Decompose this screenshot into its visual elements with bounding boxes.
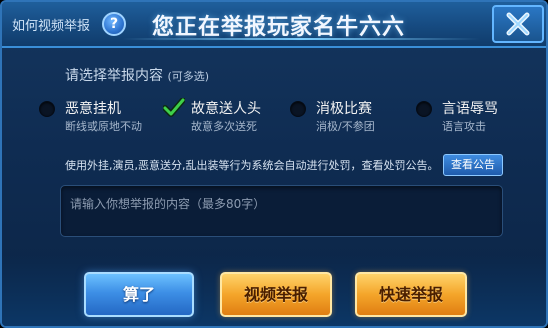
option-afk-subtitle: 断线或原地不动: [65, 120, 142, 133]
title-bar: 如何视频举报 ? 您正在举报玩家名牛六六: [2, 2, 546, 48]
report-content-label: 请选择举报内容 (可多选): [65, 65, 209, 85]
penalty-notice: 使用外挂,演员,恶意送分,乱出装等行为系统会自动进行处罚，查看处罚公告。: [65, 159, 439, 172]
option-feeding-subtitle: 故意多次送死: [191, 120, 257, 133]
option-feeding-title: 故意送人头: [191, 101, 261, 117]
help-icon-glyph: ?: [109, 16, 119, 32]
option-afk-radio[interactable]: [39, 101, 55, 117]
option-passive-subtitle: 消极/不参团: [316, 120, 375, 133]
video-report-button[interactable]: 视频举报: [220, 272, 332, 317]
report-dialog: 如何视频举报 ? 您正在举报玩家名牛六六 请选择举报内容 (可多选) 恶意挂机 …: [0, 0, 548, 328]
option-feeding[interactable]: 故意送人头 故意多次送死: [163, 98, 295, 138]
option-verbal-abuse-subtitle: 语言攻击: [442, 120, 486, 133]
multi-select-hint: (可多选): [167, 70, 210, 83]
cancel-button[interactable]: 算了: [84, 272, 194, 317]
option-passive-radio[interactable]: [290, 101, 306, 117]
checkmark-icon[interactable]: [163, 98, 185, 118]
option-verbal-abuse[interactable]: 言语辱骂 语言攻击: [416, 98, 546, 138]
option-verbal-abuse-radio[interactable]: [416, 101, 432, 117]
report-content-label-text: 请选择举报内容: [65, 68, 163, 84]
option-passive[interactable]: 消极比赛 消极/不参团: [290, 98, 420, 138]
option-afk[interactable]: 恶意挂机 断线或原地不动: [39, 98, 169, 138]
report-content-input[interactable]: [60, 185, 503, 237]
close-button[interactable]: [492, 5, 544, 43]
quick-report-button[interactable]: 快速举报: [355, 272, 467, 317]
option-passive-title: 消极比赛: [316, 101, 372, 117]
how-to-video-report-link[interactable]: 如何视频举报: [12, 15, 90, 34]
view-notice-button[interactable]: 查看公告: [443, 154, 503, 176]
option-verbal-abuse-title: 言语辱骂: [442, 101, 498, 117]
close-icon: [506, 12, 530, 36]
dialog-title: 您正在举报玩家名牛六六: [152, 15, 406, 40]
option-afk-title: 恶意挂机: [65, 101, 121, 117]
help-icon[interactable]: ?: [102, 12, 126, 36]
